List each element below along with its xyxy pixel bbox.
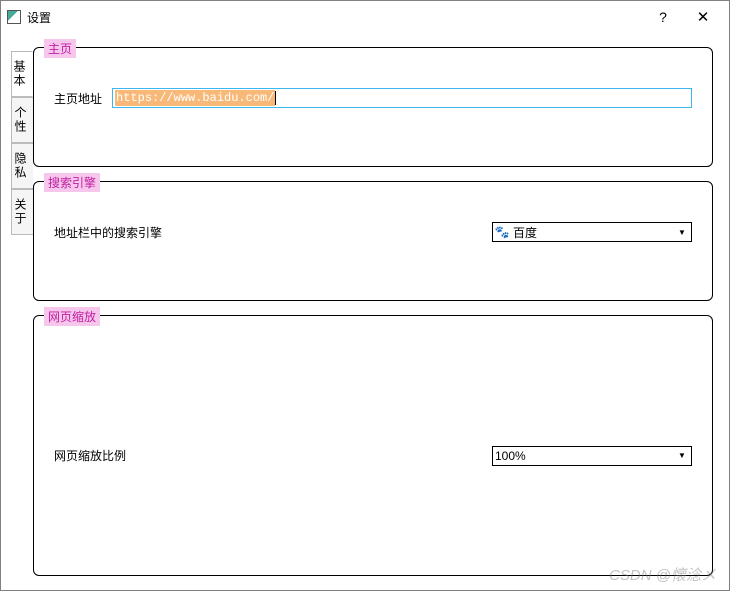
- homepage-url-input[interactable]: https://www.baidu.com/: [112, 88, 692, 108]
- window-body: 基本 个性 隐私 关于 主页 主页地址 https://www.baidu.co…: [1, 33, 729, 590]
- app-icon: [7, 10, 21, 24]
- row-search-engine: 地址栏中的搜索引擎 🐾 百度 ▼: [54, 222, 692, 242]
- label-page-zoom: 网页缩放比例: [54, 447, 126, 464]
- chevron-down-icon: ▼: [675, 449, 689, 463]
- group-search-engine: 搜索引擎 地址栏中的搜索引擎 🐾 百度 ▼: [33, 181, 713, 301]
- legend-search-engine: 搜索引擎: [44, 173, 100, 192]
- tab-personal[interactable]: 个性: [11, 97, 33, 143]
- side-tabs: 基本 个性 隐私 关于: [11, 47, 33, 576]
- window-title: 设置: [27, 9, 643, 26]
- row-page-zoom: 网页缩放比例 100% ▼: [54, 446, 692, 466]
- tab-about[interactable]: 关于: [11, 189, 33, 235]
- legend-homepage: 主页: [44, 39, 76, 58]
- search-engine-combobox[interactable]: 🐾 百度 ▼: [492, 222, 692, 242]
- tab-privacy[interactable]: 隐私: [11, 143, 33, 189]
- help-button[interactable]: ?: [643, 3, 683, 31]
- zoom-combobox[interactable]: 100% ▼: [492, 446, 692, 466]
- group-page-zoom: 网页缩放 网页缩放比例 100% ▼: [33, 315, 713, 576]
- chevron-down-icon: ▼: [675, 225, 689, 239]
- homepage-url-value: https://www.baidu.com/: [115, 90, 275, 106]
- label-homepage-url: 主页地址: [54, 90, 102, 107]
- titlebar: 设置 ? ✕: [1, 1, 729, 33]
- zoom-value: 100%: [495, 449, 675, 463]
- search-engine-value: 百度: [513, 224, 675, 241]
- label-search-engine: 地址栏中的搜索引擎: [54, 224, 162, 241]
- legend-page-zoom: 网页缩放: [44, 307, 100, 326]
- content-area: 主页 主页地址 https://www.baidu.com/ 搜索引擎 地址栏中…: [33, 47, 713, 576]
- row-homepage: 主页地址 https://www.baidu.com/: [54, 88, 692, 108]
- baidu-icon: 🐾: [495, 225, 509, 239]
- group-homepage: 主页 主页地址 https://www.baidu.com/: [33, 47, 713, 167]
- tab-basic[interactable]: 基本: [11, 51, 33, 97]
- text-caret: [275, 91, 276, 105]
- close-button[interactable]: ✕: [683, 3, 723, 31]
- window: 设置 ? ✕ 基本 个性 隐私 关于 主页 主页地址 https://www.b…: [0, 0, 730, 591]
